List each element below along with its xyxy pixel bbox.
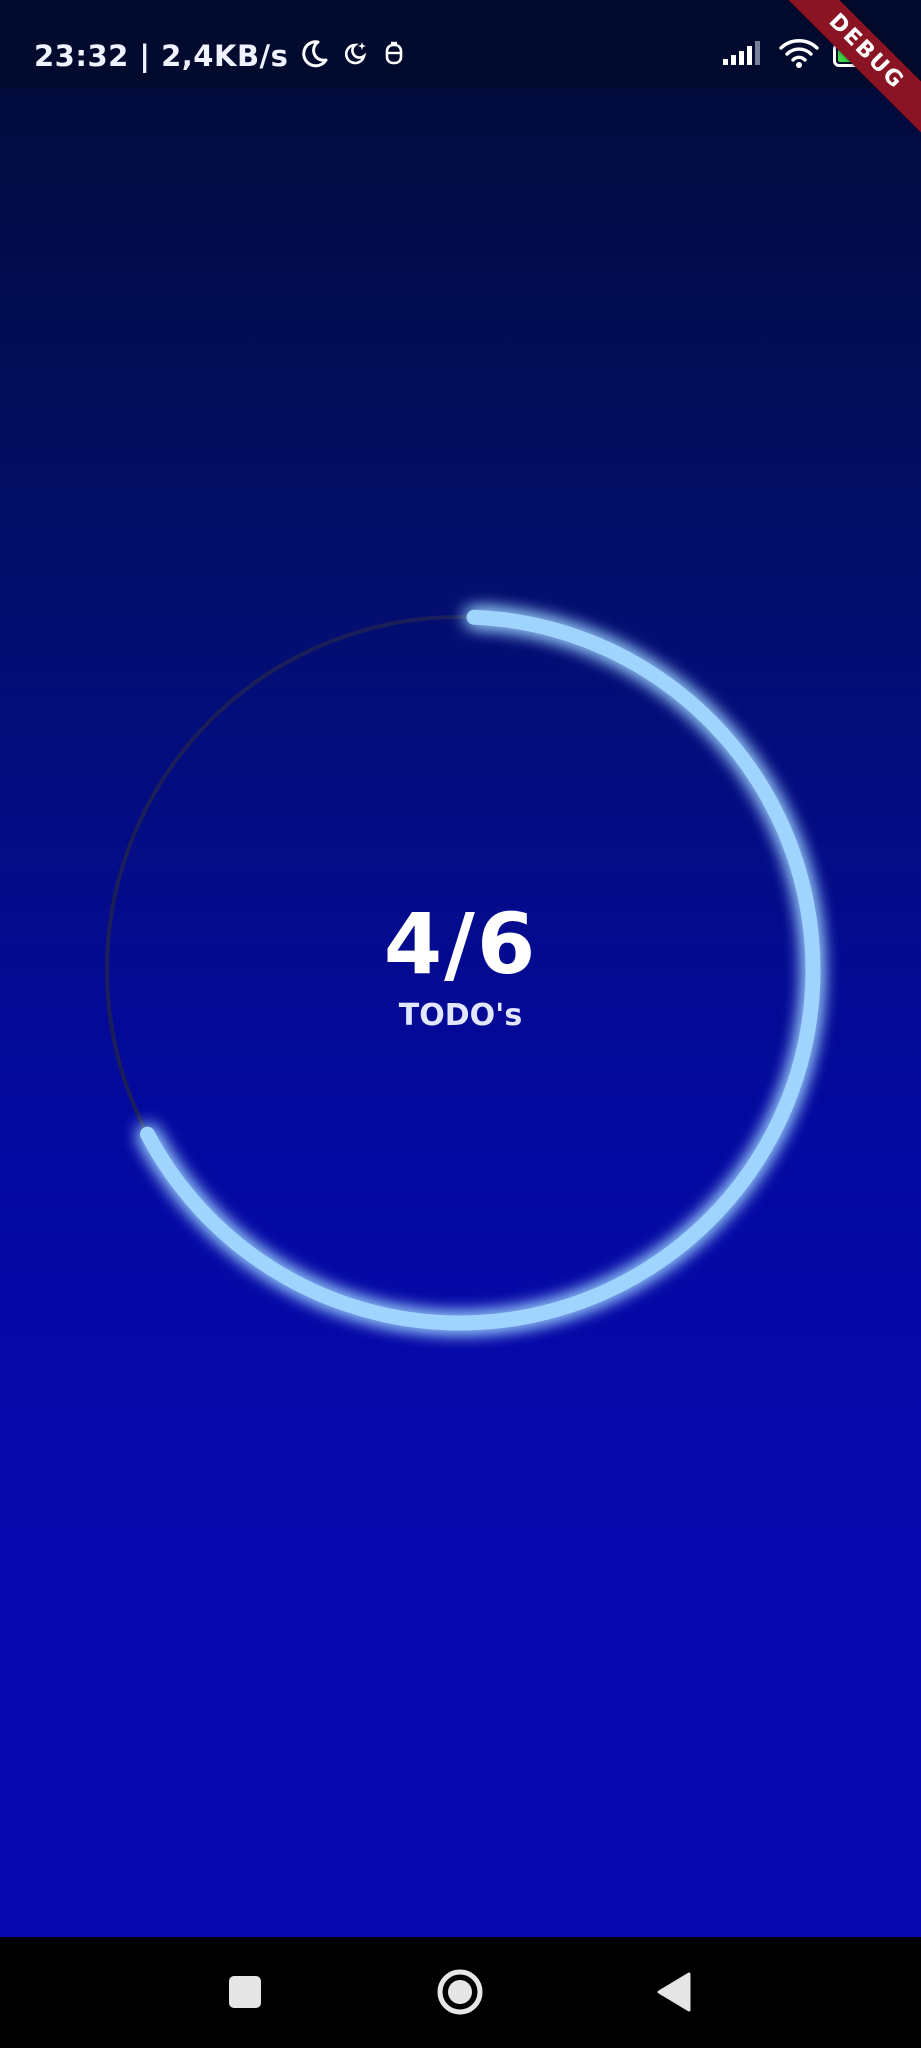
circle-icon	[437, 1969, 483, 2015]
navigation-bar	[0, 1937, 921, 2048]
app-screen: 23:32 | 2,4KB/s DEBUG 4/6 TODO's	[0, 0, 921, 2048]
back-triangle-icon	[657, 1972, 691, 2012]
square-icon	[229, 1976, 261, 2008]
back-button[interactable]	[645, 1963, 703, 2021]
home-button[interactable]	[431, 1963, 489, 2021]
todo-counter: 4/6	[383, 895, 538, 993]
todo-label: TODO's	[398, 998, 523, 1033]
recent-apps-button[interactable]	[216, 1963, 274, 2021]
